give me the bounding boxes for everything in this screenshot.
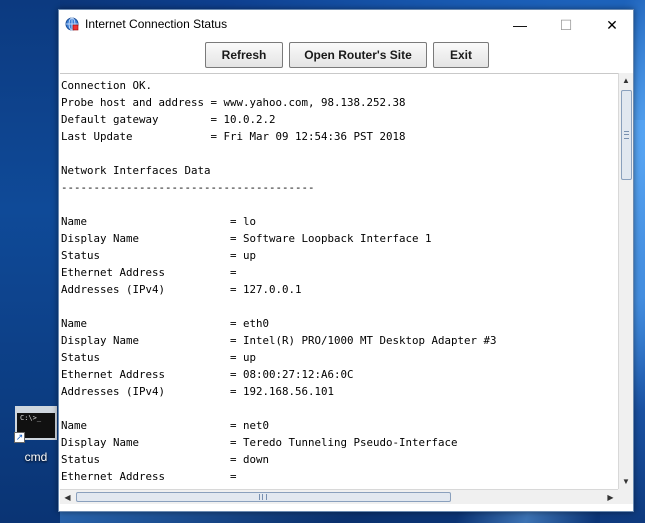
output-line: Ethernet Address = (61, 266, 237, 279)
vertical-scroll-thumb[interactable] (621, 90, 632, 180)
shortcut-arrow-icon: ↗ (14, 432, 25, 443)
output-line: Default gateway = 10.0.2.2 (61, 113, 276, 126)
output-line: --------------------------------------- (61, 181, 315, 194)
scroll-up-icon[interactable]: ▲ (619, 73, 633, 88)
shortcut-label: cmd (24, 450, 48, 464)
output-line: Probe host and address = www.yahoo.com, … (61, 96, 406, 109)
app-window: Internet Connection Status — ☐ ✕ Refresh… (58, 9, 634, 512)
scroll-down-icon[interactable]: ▼ (619, 474, 633, 489)
output-line: Display Name = Software Loopback Interfa… (61, 232, 432, 245)
maximize-button[interactable]: ☐ (543, 10, 589, 40)
output-line: Addresses (IPv4) = 192.168.56.101 (61, 385, 335, 398)
cmd-prompt-glyph: C:\>_ (20, 414, 42, 422)
globe-network-icon (65, 17, 79, 31)
close-icon: ✕ (606, 16, 618, 33)
window-title: Internet Connection Status (85, 17, 228, 31)
output-line: Name = lo (61, 215, 257, 228)
maximize-icon: ☐ (559, 16, 573, 33)
scrollbar-corner (618, 489, 633, 504)
output-line: Status = down (61, 453, 270, 466)
minimize-button[interactable]: — (497, 10, 543, 40)
horizontal-scroll-thumb[interactable] (76, 492, 451, 502)
exit-button[interactable]: Exit (433, 42, 489, 68)
minimize-icon: — (513, 17, 527, 33)
horizontal-scrollbar[interactable]: ◀ ▶ (60, 489, 618, 504)
output-line: Addresses (IPv4) = 127.0.0.1 (61, 283, 302, 296)
status-output-text: Connection OK. Probe host and address = … (60, 74, 618, 490)
output-line: Status = up (61, 249, 257, 262)
close-button[interactable]: ✕ (589, 10, 635, 40)
output-line: Display Name = Teredo Tunneling Pseudo-I… (61, 436, 458, 449)
toolbar: Refresh Open Router's Site Exit (59, 40, 633, 76)
status-output-area[interactable]: Connection OK. Probe host and address = … (60, 73, 618, 490)
refresh-button[interactable]: Refresh (205, 42, 283, 68)
output-line: Network Interfaces Data (61, 164, 211, 177)
grip-icon (624, 131, 629, 139)
open-router-site-button[interactable]: Open Router's Site (289, 42, 427, 68)
output-line: Last Update = Fri Mar 09 12:54:36 PST 20… (61, 130, 406, 143)
output-line: Status = up (61, 351, 257, 364)
vertical-scrollbar[interactable]: ▲ ▼ (618, 73, 633, 489)
desktop-shortcut-cmd[interactable]: C:\>_ ↗ cmd (10, 402, 62, 470)
grip-icon (259, 494, 267, 500)
output-line: Connection OK. (61, 79, 153, 92)
output-line: Name = net0 (61, 419, 270, 432)
title-bar[interactable]: Internet Connection Status — ☐ ✕ (59, 10, 633, 40)
output-line: Display Name = Intel(R) PRO/1000 MT Desk… (61, 334, 497, 347)
output-line: Ethernet Address = 08:00:27:12:A6:0C (61, 368, 354, 381)
scroll-right-icon[interactable]: ▶ (603, 490, 618, 504)
output-line: Name = eth0 (61, 317, 270, 330)
output-line: Ethernet Address = (61, 470, 237, 483)
scroll-left-icon[interactable]: ◀ (60, 490, 75, 504)
